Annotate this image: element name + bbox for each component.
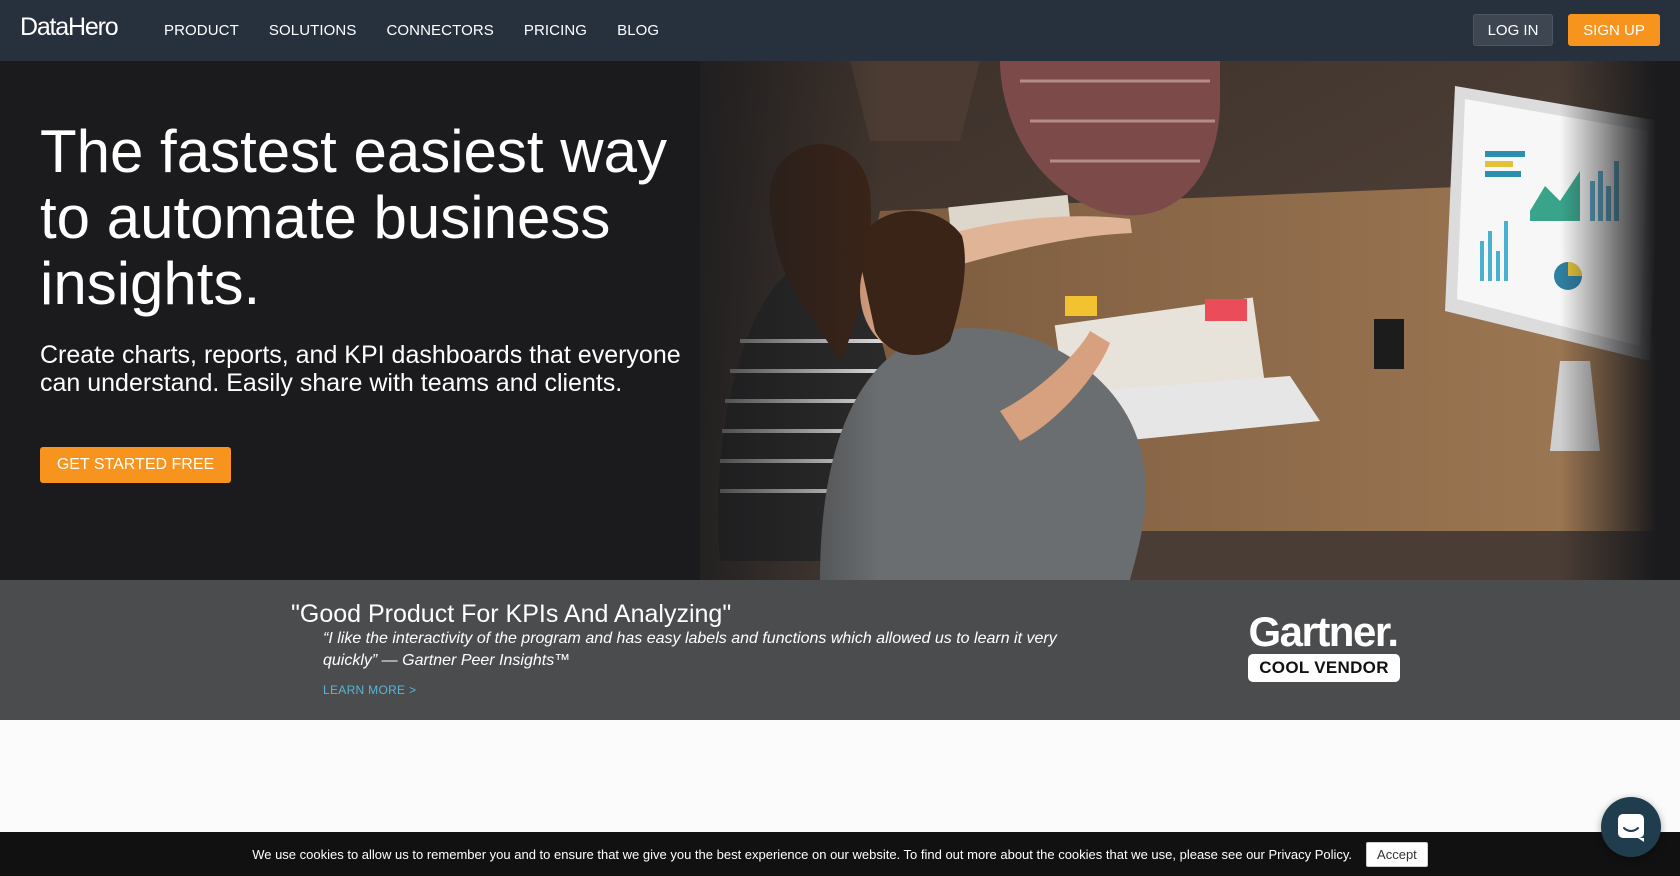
cookie-accept-button[interactable]: Accept	[1366, 841, 1428, 867]
signup-button[interactable]: SIGN UP	[1568, 14, 1660, 46]
nav-link-product[interactable]: PRODUCT	[164, 22, 239, 39]
chat-icon	[1618, 814, 1644, 842]
testimonial-section: "Good Product For KPIs And Analyzing" “I…	[0, 580, 1680, 720]
gartner-logo: Gartner.	[1248, 608, 1399, 655]
gartner-cool-vendor-badge: Gartner. COOL VENDOR	[1246, 608, 1400, 682]
top-navigation: DataHero PRODUCT SOLUTIONS CONNECTORS PR…	[0, 0, 1680, 61]
cookie-notice-text: We use cookies to allow us to remember y…	[252, 846, 1353, 862]
get-started-button[interactable]: GET STARTED FREE	[40, 447, 231, 483]
hero-headline: The fastest easiest way to automate busi…	[40, 118, 667, 317]
testimonial-title: "Good Product For KPIs And Analyzing"	[291, 600, 732, 628]
nav-link-solutions[interactable]: SOLUTIONS	[269, 22, 357, 39]
nav-link-connectors[interactable]: CONNECTORS	[386, 22, 493, 39]
datahero-logo[interactable]: DataHero	[20, 13, 119, 42]
hero-subheadline: Create charts, reports, and KPI dashboar…	[40, 341, 681, 397]
hero-section: The fastest easiest way to automate busi…	[0, 61, 1680, 580]
nav-link-blog[interactable]: BLOG	[617, 22, 659, 39]
learn-more-link[interactable]: LEARN MORE >	[323, 683, 416, 697]
chat-launcher-button[interactable]	[1601, 797, 1661, 857]
nav-link-pricing[interactable]: PRICING	[524, 22, 587, 39]
cool-vendor-label: COOL VENDOR	[1248, 654, 1400, 682]
login-button[interactable]: LOG IN	[1473, 14, 1553, 46]
cookie-banner: We use cookies to allow us to remember y…	[0, 832, 1680, 876]
testimonial-quote: “I like the interactivity of the program…	[323, 630, 1057, 669]
nav-links: PRODUCT SOLUTIONS CONNECTORS PRICING BLO…	[164, 0, 689, 61]
